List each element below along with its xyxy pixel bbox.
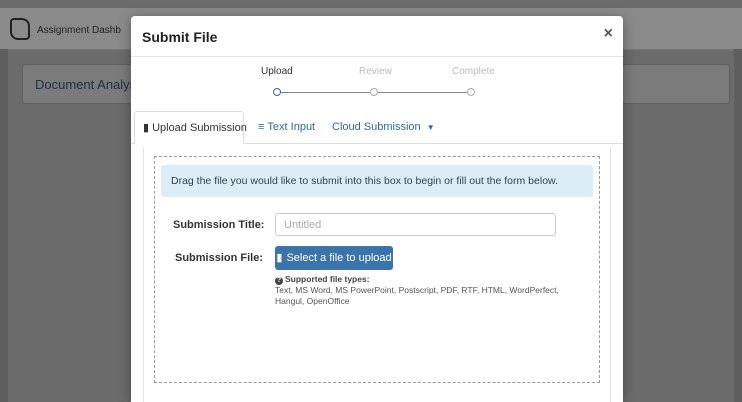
dropzone-instruction: Drag the file you would like to submit i… <box>161 165 593 197</box>
supported-types-list: Text, MS Word, MS PowerPoint, Postscript… <box>275 285 559 306</box>
tab-cloud-submission[interactable]: Cloud Submission ▼ <box>324 111 446 143</box>
dropzone-panel: Drag the file you would like to submit i… <box>143 147 611 402</box>
tab-label: Upload Submission <box>152 122 247 134</box>
file-icon: ▮ <box>143 122 150 134</box>
background-panel-title: Document Analys <box>35 77 137 92</box>
close-icon[interactable]: × <box>604 25 613 43</box>
supported-types-heading: ? Supported file types: <box>275 274 370 285</box>
file-icon: ▮ <box>276 252 283 264</box>
tab-label: Cloud Submission <box>332 121 421 133</box>
background-right-strip <box>734 49 742 402</box>
step-connector <box>281 92 370 93</box>
question-circle-icon: ? <box>275 277 283 285</box>
step-review-label: Review <box>359 66 392 77</box>
step-connector <box>378 92 467 93</box>
text-lines-icon: ≡ <box>258 121 265 133</box>
progress-stepper: Upload Review Complete <box>261 66 495 106</box>
background-left-strip <box>0 49 8 402</box>
submission-title-input[interactable] <box>275 213 556 236</box>
app-header-title: Assignment Dashb <box>37 25 121 36</box>
submission-tabs: ▮ Upload Submission ≡ Text Input Cloud Sub… <box>131 111 623 144</box>
submission-file-label: Submission File: <box>174 252 263 264</box>
modal-title: Submit File <box>142 29 218 45</box>
submission-title-label: Submission Title: <box>173 219 265 231</box>
tab-text-input[interactable]: ≡ Text Input <box>250 111 323 143</box>
app-logo-icon <box>10 18 30 40</box>
select-file-button[interactable]: ▮ Select a file to upload <box>275 246 393 270</box>
step-complete-label: Complete <box>452 66 495 77</box>
file-drop-area[interactable]: Drag the file you would like to submit i… <box>154 156 600 383</box>
upload-button-label: Select a file to upload <box>286 252 392 264</box>
step-upload-dot <box>273 88 281 96</box>
tab-upload-submission[interactable]: ▮ Upload Submission <box>134 111 247 144</box>
supported-types-title: Supported file types: <box>285 274 370 284</box>
step-review-dot <box>370 88 378 96</box>
submit-file-modal: Submit File × Upload Review Complete ▮ Up… <box>131 16 623 402</box>
tab-label: Text Input <box>267 121 316 133</box>
caret-down-icon: ▼ <box>426 123 435 132</box>
step-complete-dot <box>467 88 475 96</box>
modal-header: Submit File × <box>131 16 623 57</box>
step-upload-label: Upload <box>261 66 293 77</box>
